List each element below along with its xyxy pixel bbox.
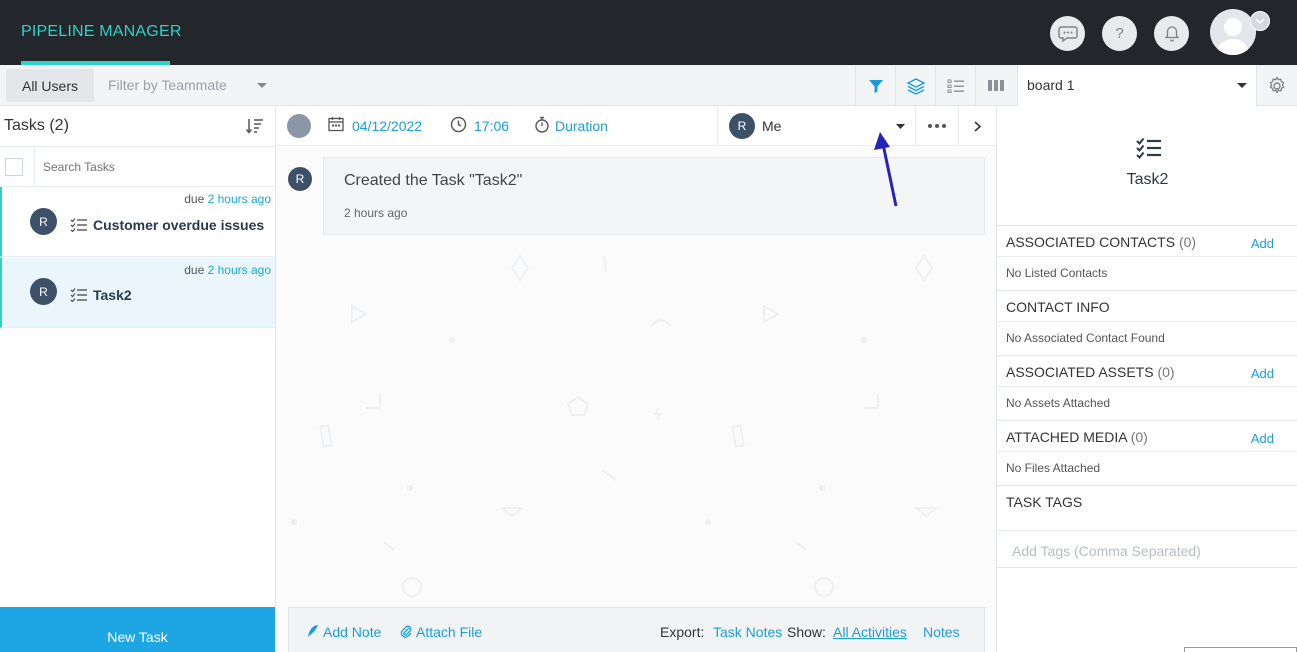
export-label: Export: bbox=[660, 624, 705, 640]
caret-down-icon bbox=[1237, 83, 1247, 88]
filter-button[interactable] bbox=[855, 65, 895, 106]
tasks-panel: Tasks (2) due 2 hours ago R Customer ove… bbox=[0, 106, 276, 652]
chevron-right-icon bbox=[974, 120, 981, 132]
gear-icon bbox=[1269, 75, 1285, 94]
annotation-arrow bbox=[874, 132, 898, 207]
associated-assets-header: ASSOCIATED ASSETS (0) Add bbox=[997, 355, 1297, 387]
caret-down-icon[interactable] bbox=[257, 83, 267, 89]
duration-field[interactable]: Duration bbox=[555, 118, 608, 134]
bell-icon bbox=[1164, 25, 1179, 42]
status-indicator[interactable] bbox=[287, 114, 311, 138]
layers-view-button[interactable] bbox=[895, 65, 935, 106]
task-list-item[interactable]: due 2 hours ago R Customer overdue issue… bbox=[0, 187, 275, 257]
task-list-item-selected[interactable]: due 2 hours ago R Task2 bbox=[0, 258, 275, 328]
search-tasks-input[interactable] bbox=[34, 147, 275, 186]
user-avatar[interactable] bbox=[1210, 9, 1256, 55]
attach-file-link[interactable]: Attach File bbox=[416, 624, 482, 640]
filter-toolbar: All Users Filter by Teammate board 1 bbox=[0, 65, 1297, 106]
task-due: due 2 hours ago bbox=[184, 263, 271, 277]
tasks-title: Tasks (2) bbox=[4, 117, 69, 134]
board-view-button[interactable] bbox=[975, 65, 1015, 106]
collapse-panel-button[interactable] bbox=[959, 106, 996, 146]
columns-icon bbox=[987, 80, 1004, 91]
associated-contacts-header: ASSOCIATED CONTACTS (0) Add bbox=[997, 225, 1297, 257]
assignee-avatar: R bbox=[30, 208, 57, 235]
task-details-panel: Task2 ASSOCIATED CONTACTS (0) Add No Lis… bbox=[996, 106, 1297, 652]
add-media-link[interactable]: Add bbox=[1251, 431, 1274, 446]
assignee-avatar: R bbox=[729, 113, 755, 139]
activity-footer: Add Note Attach File Export: Task Notes … bbox=[288, 607, 985, 652]
chevron-down-icon[interactable] bbox=[1250, 11, 1270, 31]
board-select[interactable]: board 1 bbox=[1017, 65, 1257, 106]
section-title: ATTACHED MEDIA (0) bbox=[1006, 429, 1148, 445]
more-horizontal-icon bbox=[928, 124, 946, 128]
partial-popup-edge bbox=[1184, 647, 1297, 652]
contact-info-header: CONTACT INFO bbox=[997, 290, 1297, 322]
chat-button[interactable] bbox=[1050, 16, 1085, 51]
layers-icon bbox=[905, 77, 926, 95]
list-icon bbox=[947, 79, 964, 93]
show-label: Show: bbox=[787, 624, 826, 640]
add-asset-link[interactable]: Add bbox=[1251, 366, 1274, 381]
all-users-button[interactable]: All Users bbox=[6, 69, 94, 102]
activity-avatar: R bbox=[288, 167, 312, 191]
contacts-empty-text: No Listed Contacts bbox=[1006, 266, 1108, 280]
due-time[interactable]: 17:06 bbox=[474, 118, 509, 134]
paperclip-icon bbox=[400, 625, 412, 638]
teammate-filter[interactable]: Filter by Teammate bbox=[108, 77, 227, 93]
contact-info-empty-text: No Associated Contact Found bbox=[1006, 331, 1165, 345]
feather-pen-icon bbox=[308, 625, 318, 637]
list-view-button[interactable] bbox=[935, 65, 975, 106]
new-task-button[interactable]: New Task bbox=[0, 607, 275, 652]
add-contact-link[interactable]: Add bbox=[1251, 236, 1274, 251]
task-due: due 2 hours ago bbox=[184, 192, 271, 206]
task-list-icon bbox=[70, 288, 87, 302]
export-task-notes-link[interactable]: Task Notes bbox=[713, 624, 782, 640]
settings-button[interactable] bbox=[1257, 65, 1297, 106]
select-all-checkbox[interactable] bbox=[5, 158, 23, 176]
app-title[interactable]: PIPELINE MANAGER bbox=[21, 23, 182, 41]
chat-icon bbox=[1057, 25, 1078, 42]
add-note-link[interactable]: Add Note bbox=[323, 624, 381, 640]
section-title: ASSOCIATED CONTACTS (0) bbox=[1006, 234, 1197, 250]
task-tags-header: TASK TAGS bbox=[997, 485, 1297, 517]
task-tags-placeholder: Add Tags (Comma Separated) bbox=[1012, 543, 1201, 559]
task-name: Task2 bbox=[93, 287, 132, 303]
due-date[interactable]: 04/12/2022 bbox=[352, 118, 422, 134]
assets-empty-text: No Assets Attached bbox=[1006, 396, 1111, 410]
board-select-value: board 1 bbox=[1027, 77, 1075, 93]
calendar-icon bbox=[328, 117, 344, 132]
media-empty-text: No Files Attached bbox=[1006, 461, 1101, 475]
top-navigation-bar: PIPELINE MANAGER ? bbox=[0, 0, 1297, 65]
task-name: Customer overdue issues bbox=[93, 217, 265, 233]
help-button[interactable]: ? bbox=[1102, 16, 1137, 51]
notifications-button[interactable] bbox=[1154, 16, 1189, 51]
task-title: Task2 bbox=[1126, 171, 1169, 188]
task-tags-input[interactable]: Add Tags (Comma Separated) bbox=[997, 530, 1297, 568]
section-title: TASK TAGS bbox=[1006, 494, 1083, 510]
section-title: ASSOCIATED ASSETS (0) bbox=[1006, 364, 1175, 380]
activity-feed: R Created the Task "Task2" 2 hours ago A… bbox=[276, 146, 996, 652]
task-search-row bbox=[0, 146, 275, 187]
funnel-icon bbox=[868, 79, 883, 93]
show-all-activities-link[interactable]: All Activities bbox=[833, 624, 907, 640]
help-icon: ? bbox=[1115, 25, 1124, 42]
assignee-name: Me bbox=[762, 118, 782, 134]
clock-icon bbox=[450, 116, 467, 133]
stopwatch-icon bbox=[535, 116, 549, 133]
task-list-icon bbox=[1136, 137, 1161, 159]
activity-title: Created the Task "Task2" bbox=[344, 172, 523, 189]
sort-icon[interactable] bbox=[246, 117, 264, 135]
section-title: CONTACT INFO bbox=[1006, 299, 1110, 315]
assignee-avatar: R bbox=[30, 278, 57, 305]
more-options-button[interactable] bbox=[916, 106, 959, 146]
attached-media-header: ATTACHED MEDIA (0) Add bbox=[997, 420, 1297, 452]
show-notes-link[interactable]: Notes bbox=[923, 624, 960, 640]
activity-time: 2 hours ago bbox=[344, 206, 408, 220]
task-list-icon bbox=[70, 218, 87, 232]
